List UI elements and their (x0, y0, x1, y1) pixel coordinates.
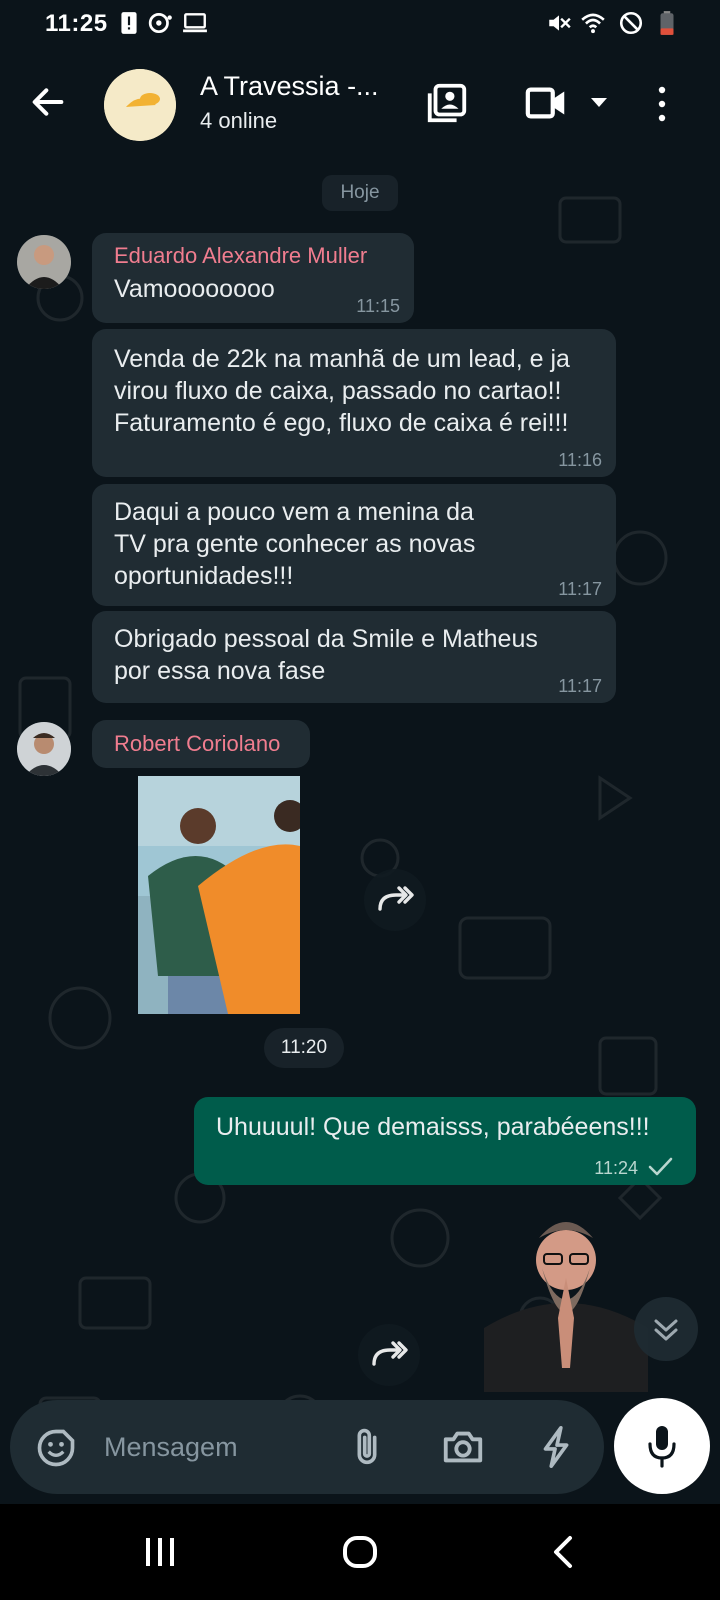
camera-icon[interactable] (440, 1424, 486, 1470)
microphone-icon (648, 1426, 676, 1468)
message-bubble[interactable]: Venda de 22k na manhã de um lead, e ja v… (92, 329, 616, 477)
video-preview-image (138, 776, 300, 1014)
voice-record-button[interactable] (614, 1398, 710, 1494)
scroll-to-bottom-button[interactable] (634, 1297, 698, 1361)
message-bubble[interactable]: Robert Coriolano (92, 720, 310, 768)
message-time: 11:16 (558, 450, 602, 470)
message-time: 11:17 (558, 579, 602, 599)
sent-check-icon (648, 1157, 673, 1176)
message-time: 11:15 (356, 296, 400, 316)
mute-icon (549, 15, 571, 31)
forward-button[interactable] (364, 869, 426, 931)
sender-name[interactable]: Eduardo Alexandre Muller (114, 243, 392, 269)
message-input-bar (10, 1400, 604, 1494)
person-avatar-icon (17, 235, 71, 289)
chevron-down-icon[interactable] (588, 94, 610, 110)
sticker-image[interactable] (484, 1208, 648, 1392)
message-text: Vamoooooooo (114, 275, 275, 303)
status-bar (0, 0, 720, 52)
attach-paperclip-icon[interactable] (344, 1424, 390, 1470)
message-time: 11:24 (594, 1158, 638, 1178)
podcast-icon (148, 12, 172, 34)
message-text: Venda de 22k na manhã de um lead, e ja v… (114, 345, 570, 437)
laptop-icon (183, 13, 207, 33)
video-call-icon[interactable] (524, 80, 570, 126)
more-options-icon[interactable] (650, 82, 674, 126)
group-title[interactable]: A Travessia -... (200, 71, 379, 102)
message-text: Daqui a pouco vem a menina da TV pra gen… (114, 498, 476, 590)
recent-apps-icon[interactable] (140, 1532, 180, 1572)
status-time: 11:25 (45, 10, 108, 37)
message-input[interactable]: Mensagem (104, 1432, 238, 1463)
alert-icon (121, 12, 137, 34)
person-avatar-icon (17, 722, 71, 776)
sticker-emoji-icon[interactable] (34, 1426, 78, 1470)
lightning-quick-reply-icon[interactable] (534, 1424, 580, 1470)
do-not-disturb-icon (619, 11, 643, 35)
message-text: Obrigado pessoal da Smile e Matheus por … (114, 625, 538, 685)
message-bubble[interactable]: Obrigado pessoal da Smile e Matheus por … (92, 611, 616, 703)
system-back-icon[interactable] (544, 1532, 584, 1572)
group-avatar[interactable] (104, 69, 176, 141)
back-arrow-icon[interactable] (28, 82, 68, 122)
date-separator: Hoje (322, 175, 398, 211)
message-time: 11:17 (558, 676, 602, 696)
avatar[interactable] (17, 722, 71, 776)
outgoing-message-bubble[interactable]: Uhuuuul! Que demaisss, parabéeens!!! 11:… (194, 1097, 696, 1185)
message-bubble[interactable]: Daqui a pouco vem a menina da TV pra gen… (92, 484, 616, 606)
forward-button[interactable] (358, 1324, 420, 1386)
sticker-person-praying (484, 1222, 648, 1392)
sender-name[interactable]: Robert Coriolano (114, 731, 288, 757)
forward-icon (372, 1341, 408, 1366)
double-chevron-down-icon (654, 1319, 678, 1341)
message-bubble[interactable]: Eduardo Alexandre Muller Vamoooooooo 11:… (92, 233, 414, 323)
battery-low-icon (660, 11, 674, 35)
message-text: Uhuuuul! Que demaisss, parabéeens!!! (216, 1113, 650, 1141)
home-icon[interactable] (340, 1532, 380, 1572)
message-time: 11:20 (264, 1028, 344, 1068)
wifi-icon (581, 13, 605, 34)
online-count: 4 online (200, 108, 278, 133)
avatar[interactable] (17, 235, 71, 289)
group-logo-icon (104, 69, 176, 141)
forward-icon (378, 886, 414, 911)
contact-card-icon[interactable] (424, 80, 470, 126)
video-thumbnail[interactable] (138, 776, 300, 1014)
